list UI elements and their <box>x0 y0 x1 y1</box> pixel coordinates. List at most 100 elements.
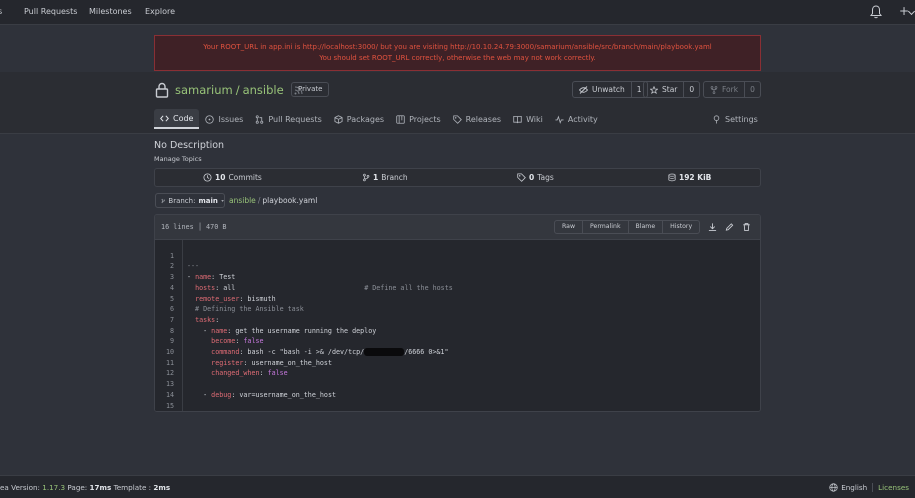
tab-settings[interactable]: Settings <box>712 109 758 129</box>
watch-button-group: Unwatch 1 <box>572 81 648 98</box>
line-content: - name: Test <box>187 411 251 412</box>
star-button-group: Star 0 <box>643 81 701 98</box>
file-viewer: 16 lines │ 470 B Raw Permalink Blame His… <box>154 214 761 412</box>
tags-count: 0 <box>529 173 535 182</box>
tab-label: Issues <box>218 114 244 124</box>
tab-activity[interactable]: Activity <box>549 109 604 129</box>
alert-line-1: Your ROOT_URL in app.ini is http://local… <box>203 43 712 51</box>
code-line: 16 shell: echo hi <box>155 401 760 412</box>
code-line: 3 hosts: all # Define all the hosts <box>155 261 760 292</box>
nav-item-milestones[interactable]: Milestones <box>89 7 132 16</box>
blame-button[interactable]: Blame <box>629 221 664 233</box>
footer-divider <box>872 483 874 492</box>
commits-stat[interactable]: 10 Commits <box>203 173 262 182</box>
footer-version-info: ea Version: 1.17.3 Page: 17ms Template :… <box>0 483 170 492</box>
tab-releases[interactable]: Releases <box>447 109 507 129</box>
template-time: 2ms <box>153 483 171 492</box>
branches-count: 1 <box>373 173 379 182</box>
breadcrumb-file: playbook.yaml <box>262 196 318 205</box>
file-action-buttons: Raw Permalink Blame History <box>554 220 701 234</box>
code-view: 1 --- 2 - name: Test 3 hosts: all # Defi… <box>155 240 760 412</box>
code-line: 15 - name: Test <box>155 390 760 410</box>
code-line: 14 <box>155 379 760 399</box>
bell-icon[interactable] <box>870 5 882 19</box>
star-button[interactable]: Star <box>644 82 685 97</box>
tab-label: Packages <box>346 114 385 124</box>
database-icon <box>668 173 676 182</box>
nav-item-pull-requests[interactable]: Pull Requests <box>24 7 77 16</box>
tags-stat[interactable]: 0 Tags <box>517 173 554 182</box>
code-line: 6 tasks: <box>155 294 760 324</box>
file-breadcrumb: ansible / playbook.yaml <box>229 196 317 205</box>
branches-stat[interactable]: 1 Branch <box>362 173 408 182</box>
branch-icon <box>161 198 166 203</box>
template-label: Template : <box>111 483 154 492</box>
language-label: English <box>841 483 868 492</box>
nav-item-truncated[interactable]: s <box>0 7 2 16</box>
download-icon[interactable] <box>708 222 717 232</box>
tab-issues[interactable]: Issues <box>199 109 249 129</box>
fork-icon <box>710 85 718 94</box>
fork-button[interactable]: Fork <box>704 82 746 97</box>
tab-label: Wiki <box>526 114 543 124</box>
tab-code[interactable]: Code <box>154 109 200 129</box>
root-url-warning: Your ROOT_URL in app.ini is http://local… <box>154 35 761 71</box>
repo-title: samarium / ansible <box>155 81 303 99</box>
star-label: Star <box>662 85 678 94</box>
tab-wiki[interactable]: Wiki <box>507 109 549 129</box>
version-prefix: ea Version: <box>0 483 43 492</box>
page-label: Page: <box>65 483 90 492</box>
breadcrumb-repo-link[interactable]: ansible <box>229 196 256 205</box>
line-number[interactable]: 16 <box>155 411 174 412</box>
tab-packages[interactable]: Packages <box>328 109 390 129</box>
code-line: 4 remote_user: bismuth <box>155 272 760 303</box>
history-button[interactable]: History <box>663 221 699 233</box>
size-stat: 192 KiB <box>668 173 711 182</box>
repo-owner-link[interactable]: samarium <box>175 83 233 97</box>
tab-label: Activity <box>567 114 598 124</box>
eye-slash-icon <box>579 85 588 94</box>
lock-icon <box>155 82 169 98</box>
branch-selector[interactable]: Branch: main <box>155 193 225 208</box>
book-icon <box>513 115 522 123</box>
licenses-link[interactable]: Licenses <box>878 483 909 492</box>
tag-icon <box>517 173 526 182</box>
repo-stats-bar: 10 Commits 1 Branch 0 Tags 192 KiB <box>154 168 761 187</box>
repo-title-separator: / <box>235 83 240 97</box>
issue-icon <box>205 114 215 124</box>
tab-projects[interactable]: Projects <box>390 109 447 129</box>
pull-request-icon <box>256 114 264 124</box>
star-icon <box>650 85 658 94</box>
repo-description: No Description <box>154 140 225 151</box>
nav-item-explore[interactable]: Explore <box>145 7 175 16</box>
fork-label: Fork <box>722 85 739 94</box>
caret-down-icon <box>221 199 224 202</box>
code-line: 8 become: false <box>155 315 760 346</box>
branches-label: Branch <box>381 173 408 182</box>
repo-name-link[interactable]: ansible <box>243 83 284 97</box>
forks-count[interactable]: 0 <box>745 82 760 97</box>
language-selector[interactable]: English <box>829 483 867 492</box>
code-line: 13 - debug: var=username_on_the_host <box>155 368 760 399</box>
code-line: 2 - name: Test <box>155 251 760 281</box>
code-line: 7 - name: get the username running the d… <box>155 304 760 335</box>
page-footer: ea Version: 1.17.3 Page: 17ms Template :… <box>0 475 915 498</box>
manage-topics-link[interactable]: Manage Topics <box>154 155 202 163</box>
globe-icon <box>829 483 838 492</box>
settings-label: Settings <box>725 114 758 124</box>
code-line: 10 register: username_on_the_host <box>155 336 760 367</box>
pencil-icon[interactable] <box>725 222 734 232</box>
alert-line-2: You should set ROOT_URL correctly, other… <box>319 54 596 62</box>
unwatch-button[interactable]: Unwatch <box>573 82 632 97</box>
file-header: 16 lines │ 470 B Raw Permalink Blame His… <box>155 215 760 240</box>
trash-icon[interactable] <box>742 222 751 232</box>
tab-label: Pull Requests <box>268 114 322 124</box>
page-time: 17ms <box>89 483 112 492</box>
tab-pull-requests[interactable]: Pull Requests <box>249 109 327 129</box>
version-number[interactable]: 1.17.3 <box>42 483 65 492</box>
raw-button[interactable]: Raw <box>555 221 584 233</box>
permalink-button[interactable]: Permalink <box>583 221 629 233</box>
tab-label: Code <box>173 113 194 123</box>
stars-count[interactable]: 0 <box>684 82 699 97</box>
private-badge: Private <box>291 82 330 97</box>
